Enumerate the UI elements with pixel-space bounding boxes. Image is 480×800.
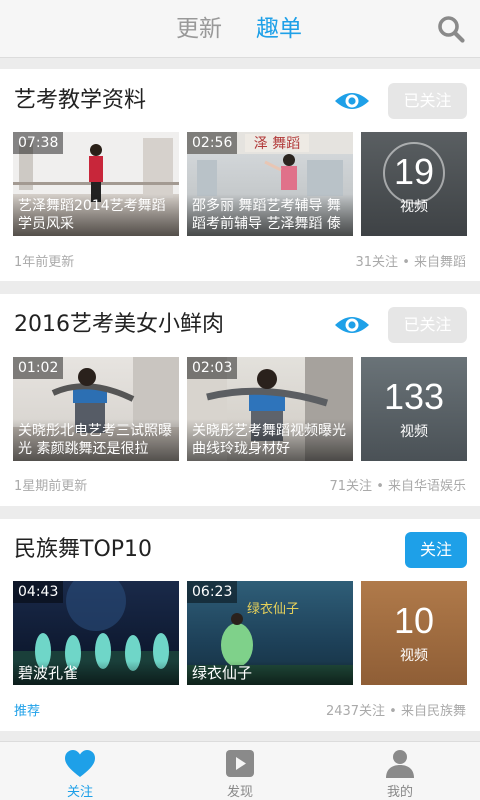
video-duration: 01:02: [13, 357, 64, 379]
playlist-title: 民族舞TOP10: [14, 537, 153, 562]
video-duration: 06:23: [187, 581, 238, 603]
search-icon[interactable]: [436, 14, 466, 44]
heart-icon: [65, 750, 95, 777]
follow-button[interactable]: 已关注: [388, 83, 467, 119]
play-icon: [226, 750, 254, 777]
video-count-tile[interactable]: 133 视频: [361, 357, 467, 461]
playlist-card[interactable]: 艺考教学资料 已关注 07:38 艺泽舞蹈2014艺考舞蹈学员风采 泽 舞蹈 0…: [0, 69, 480, 281]
person-icon: [386, 750, 414, 778]
video-caption: 关晓彤北电艺考三试照曝光 素颜跳舞还是很拉: [13, 419, 179, 461]
video-count-tile[interactable]: 19 视频: [361, 132, 467, 236]
video-caption: 绿衣仙子: [187, 661, 353, 685]
playlist-card[interactable]: 2016艺考美女小鲜肉 已关注 01:02 关晓彤北电艺考三试照曝光 素颜跳舞还…: [0, 294, 480, 506]
video-thumbnail[interactable]: 07:38 艺泽舞蹈2014艺考舞蹈学员风采: [13, 132, 179, 236]
eye-icon: [335, 317, 369, 333]
video-count-tile[interactable]: 10 视频: [361, 581, 467, 685]
nav-label: 关注: [66, 785, 93, 800]
video-count: 19: [393, 151, 435, 192]
eye-icon: [335, 93, 369, 109]
nav-follow[interactable]: 关注: [0, 742, 160, 800]
video-count: 10: [393, 600, 435, 641]
video-thumbnail[interactable]: 绿衣仙子 06:23 绿衣仙子: [187, 581, 353, 685]
nav-discover[interactable]: 发现: [160, 742, 320, 800]
svg-text:绿衣仙子: 绿衣仙子: [247, 601, 299, 617]
video-count-label: 视频: [400, 648, 428, 664]
playlist-title: 艺考教学资料: [14, 88, 147, 113]
video-duration: 02:03: [187, 357, 238, 379]
follow-source: 31关注 • 来自舞蹈: [355, 255, 466, 270]
top-bar: 更新 趣单: [0, 0, 480, 58]
nav-profile[interactable]: 我的: [320, 742, 480, 800]
video-duration: 04:43: [13, 581, 64, 603]
playlist-card[interactable]: 民族舞TOP10 关注 04:43 碧波孔雀 绿衣仙子 06:23 绿衣仙子 1…: [0, 519, 480, 731]
video-thumbnail[interactable]: 04:43 碧波孔雀: [13, 581, 179, 685]
tab-playlists[interactable]: 趣单: [256, 14, 302, 44]
video-thumbnail[interactable]: 02:03 关晓彤艺考舞蹈视频曝光 曲线玲珑身材好: [187, 357, 353, 461]
follow-source: 2437关注 • 来自民族舞: [325, 704, 466, 719]
follow-source: 71关注 • 来自华语娱乐: [329, 479, 466, 494]
video-caption: 艺泽舞蹈2014艺考舞蹈学员风采: [13, 194, 179, 236]
follow-button[interactable]: 关注: [405, 532, 467, 568]
update-time: 1年前更新: [14, 255, 75, 270]
video-duration: 02:56: [187, 132, 238, 154]
nav-label: 我的: [386, 785, 413, 800]
tab-updates[interactable]: 更新: [176, 14, 222, 44]
video-count-label: 视频: [400, 199, 428, 215]
video-thumbnail[interactable]: 01:02 关晓彤北电艺考三试照曝光 素颜跳舞还是很拉: [13, 357, 179, 461]
nav-label: 发现: [226, 785, 253, 800]
video-duration: 07:38: [13, 132, 64, 154]
video-thumbnail[interactable]: 泽 舞蹈 02:56 邵多丽 舞蹈艺考辅导 舞蹈考前辅导 艺泽舞蹈 傣: [187, 132, 353, 236]
video-caption: 碧波孔雀: [13, 661, 179, 685]
follow-button[interactable]: 已关注: [388, 307, 467, 343]
recommend-label[interactable]: 推荐: [14, 700, 40, 719]
video-caption: 关晓彤艺考舞蹈视频曝光 曲线玲珑身材好: [187, 419, 353, 461]
video-count-label: 视频: [400, 424, 428, 440]
video-count: 133: [383, 376, 445, 417]
bottom-nav: 关注 发现 我的: [0, 741, 480, 800]
playlist-title: 2016艺考美女小鲜肉: [14, 312, 224, 337]
svg-text:泽 舞蹈: 泽 舞蹈: [254, 136, 300, 152]
video-caption: 邵多丽 舞蹈艺考辅导 舞蹈考前辅导 艺泽舞蹈 傣: [187, 194, 353, 236]
update-time: 1星期前更新: [14, 479, 88, 494]
